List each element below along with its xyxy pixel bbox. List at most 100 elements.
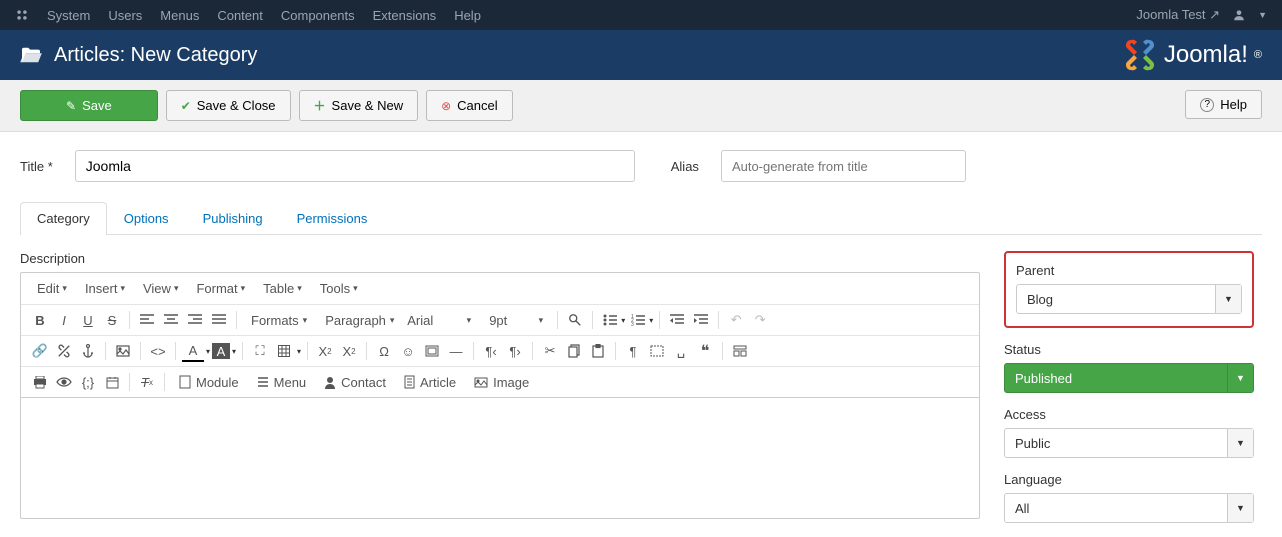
show-blocks-icon[interactable] <box>646 340 668 362</box>
title-row: Title * Alias <box>20 150 1262 182</box>
cut-icon[interactable]: ✂ <box>539 340 561 362</box>
insert-date-icon[interactable] <box>101 371 123 393</box>
italic-icon[interactable]: I <box>53 309 75 331</box>
status-select[interactable]: Published ▼ <box>1004 363 1254 393</box>
menu-format[interactable]: Format▾ <box>188 277 253 300</box>
number-list-icon[interactable]: 123 <box>627 309 649 331</box>
emoticon-icon[interactable]: ☺ <box>397 340 419 362</box>
ltr-icon[interactable]: ¶‹ <box>480 340 502 362</box>
codesample-icon[interactable]: {;} <box>77 371 99 393</box>
show-invisible-icon[interactable]: ¶ <box>622 340 644 362</box>
nav-components[interactable]: Components <box>281 8 355 23</box>
alias-input[interactable] <box>721 150 966 182</box>
special-char-icon[interactable]: Ω <box>373 340 395 362</box>
paste-icon[interactable] <box>587 340 609 362</box>
image-button[interactable]: Image <box>466 372 537 393</box>
blockquote-icon[interactable]: ❝ <box>694 340 716 362</box>
save-button[interactable]: ✎ Save <box>20 90 158 121</box>
save-close-button[interactable]: ✔ Save & Close <box>166 90 291 121</box>
unlink-icon[interactable] <box>53 340 75 362</box>
user-icon[interactable] <box>1232 8 1246 22</box>
fontsize-dropdown[interactable]: 9pt▾ <box>481 309 551 331</box>
cancel-label: Cancel <box>457 98 497 113</box>
clear-format-icon[interactable]: Tx <box>136 371 158 393</box>
module-button[interactable]: Module <box>171 372 247 393</box>
font-dropdown[interactable]: Arial▾ <box>399 309 479 331</box>
menu-edit[interactable]: Edit▾ <box>29 277 75 300</box>
joomla-icon[interactable] <box>15 8 29 22</box>
status-label: Status <box>1004 342 1254 357</box>
nav-menus[interactable]: Menus <box>160 8 199 23</box>
editor-box: Edit▾ Insert▾ View▾ Format▾ Table▾ Tools… <box>20 272 980 519</box>
anchor-icon[interactable] <box>77 340 99 362</box>
redo-icon[interactable]: ↷ <box>749 309 771 331</box>
subscript-icon[interactable]: X2 <box>314 340 336 362</box>
site-link[interactable]: Joomla Test ↗ <box>1136 7 1220 23</box>
contact-button[interactable]: Contact <box>316 372 394 393</box>
menu-tools[interactable]: Tools▾ <box>312 277 366 300</box>
save-close-label: Save & Close <box>197 98 276 113</box>
preview-icon[interactable] <box>53 371 75 393</box>
block-dropdown[interactable]: Paragraph▾ <box>317 309 397 331</box>
copy-icon[interactable] <box>563 340 585 362</box>
media-icon[interactable] <box>421 340 443 362</box>
text-color-icon[interactable]: A <box>182 340 204 362</box>
formats-dropdown[interactable]: Formats▾ <box>243 309 315 331</box>
align-center-icon[interactable] <box>160 309 182 331</box>
title-input[interactable] <box>75 150 635 182</box>
align-justify-icon[interactable] <box>208 309 230 331</box>
bullet-list-icon[interactable] <box>599 309 621 331</box>
undo-icon[interactable]: ↶ <box>725 309 747 331</box>
tab-options[interactable]: Options <box>107 202 186 234</box>
nbsp-icon[interactable]: ␣ <box>670 340 692 362</box>
save-new-button[interactable]: ＋ Save & New <box>299 90 419 121</box>
superscript-icon[interactable]: X2 <box>338 340 360 362</box>
menu-button[interactable]: Menu <box>249 372 315 393</box>
source-code-icon[interactable]: <> <box>147 340 169 362</box>
language-select[interactable]: All ▼ <box>1004 493 1254 523</box>
parent-highlight: Parent Blog ▼ <box>1004 251 1254 328</box>
topnav-right: Joomla Test ↗ ▼ <box>1136 7 1267 23</box>
align-left-icon[interactable] <box>136 309 158 331</box>
align-right-icon[interactable] <box>184 309 206 331</box>
bold-icon[interactable]: B <box>29 309 51 331</box>
language-value: All <box>1005 494 1227 522</box>
tab-category[interactable]: Category <box>20 202 107 235</box>
image-icon[interactable] <box>112 340 134 362</box>
strikethrough-icon[interactable]: S <box>101 309 123 331</box>
tab-publishing[interactable]: Publishing <box>186 202 280 234</box>
nav-help[interactable]: Help <box>454 8 481 23</box>
cancel-button[interactable]: ⊗ Cancel <box>426 90 513 121</box>
menu-view[interactable]: View▾ <box>135 277 186 300</box>
outdent-icon[interactable] <box>666 309 688 331</box>
menu-insert[interactable]: Insert▾ <box>77 277 133 300</box>
nav-content[interactable]: Content <box>217 8 263 23</box>
link-icon[interactable]: 🔗 <box>29 340 51 362</box>
access-group: Access Public ▼ <box>1004 407 1254 458</box>
joomla-logo-text: Joomla! <box>1164 41 1248 69</box>
underline-icon[interactable]: U <box>77 309 99 331</box>
nav-users[interactable]: Users <box>108 8 142 23</box>
editor-toolbar-row3: {;} Tx Module Menu Contact Article Image <box>21 367 979 398</box>
print-icon[interactable] <box>29 371 51 393</box>
template-icon[interactable] <box>729 340 751 362</box>
access-select[interactable]: Public ▼ <box>1004 428 1254 458</box>
fullscreen-icon[interactable]: ⛶ <box>249 340 271 362</box>
editor-content-area[interactable] <box>21 398 979 518</box>
rtl-icon[interactable]: ¶› <box>504 340 526 362</box>
parent-select[interactable]: Blog ▼ <box>1016 284 1242 314</box>
external-link-icon: ↗ <box>1209 7 1220 22</box>
nav-extensions[interactable]: Extensions <box>373 8 437 23</box>
article-button[interactable]: Article <box>396 372 464 393</box>
find-replace-icon[interactable] <box>564 309 586 331</box>
access-value: Public <box>1005 429 1227 457</box>
help-button[interactable]: ? Help <box>1185 90 1262 119</box>
table-icon[interactable] <box>273 340 295 362</box>
bg-color-icon[interactable]: A <box>212 343 230 359</box>
hr-icon[interactable]: ― <box>445 340 467 362</box>
dropdown-caret-icon[interactable]: ▼ <box>1258 10 1267 20</box>
indent-icon[interactable] <box>690 309 712 331</box>
tab-permissions[interactable]: Permissions <box>280 202 385 234</box>
nav-system[interactable]: System <box>47 8 90 23</box>
menu-table[interactable]: Table▾ <box>255 277 310 300</box>
